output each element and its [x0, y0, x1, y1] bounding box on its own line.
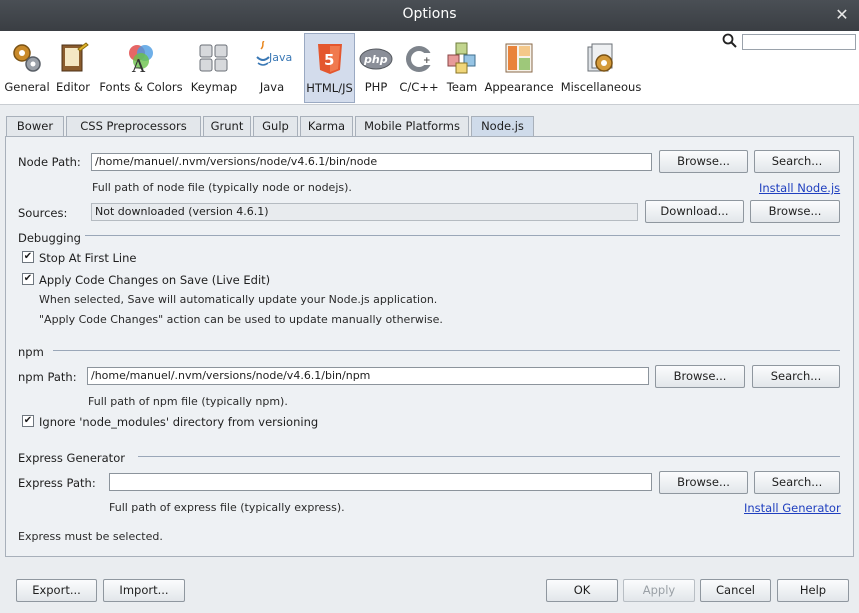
node-browse-button[interactable]: Browse... [659, 150, 748, 173]
npm-path-label: npm Path: [18, 370, 77, 384]
express-separator [138, 456, 840, 457]
npm-search-button[interactable]: Search... [752, 365, 840, 388]
fonts-colors-icon: A [129, 45, 153, 75]
ok-button[interactable]: OK [546, 579, 618, 602]
category-team[interactable]: Team [443, 33, 481, 103]
category-label: Miscellaneous [560, 80, 642, 94]
express-path-label: Express Path: [18, 476, 96, 490]
express-browse-button[interactable]: Browse... [659, 471, 748, 494]
svg-text:5: 5 [324, 51, 334, 69]
cpp-icon: + [406, 46, 434, 72]
svg-text:Java: Java [268, 51, 292, 64]
category-label: C/C++ [399, 80, 439, 94]
category-miscellaneous[interactable]: Miscellaneous [558, 33, 644, 103]
npm-section-title: npm [18, 345, 44, 359]
gears-icon [13, 44, 41, 72]
category-label: Keymap [190, 80, 238, 94]
import-button[interactable]: Import... [103, 579, 185, 602]
sources-label: Sources: [18, 206, 68, 220]
category-label: HTML/JS [306, 81, 353, 95]
apply-changes-hint-1: When selected, Save will automatically u… [39, 293, 438, 306]
tab-css-preprocessors[interactable]: CSS Preprocessors [66, 116, 201, 136]
npm-browse-button[interactable]: Browse... [655, 365, 745, 388]
category-java[interactable]: Java Java [244, 33, 300, 103]
apply-changes-hint-2: "Apply Code Changes" action can be used … [39, 313, 443, 326]
debugging-separator [85, 235, 840, 236]
tab-grunt[interactable]: Grunt [203, 116, 251, 136]
stop-first-line-checkbox[interactable]: ✔ [22, 251, 34, 263]
close-icon[interactable]: ✕ [833, 5, 851, 25]
php-icon: php [359, 48, 393, 70]
search-icon [722, 33, 737, 48]
category-label: General [4, 80, 50, 94]
apply-changes-label: Apply Code Changes on Save (Live Edit) [39, 273, 271, 287]
html5-icon: 5 [317, 44, 342, 74]
category-toolbar: General Editor A Fonts & Colors Keymap J… [0, 31, 859, 105]
svg-text:A: A [131, 56, 146, 75]
express-path-hint: Full path of express file (typically exp… [109, 501, 345, 514]
options-window: Options ✕ General Editor A Fonts & Color… [0, 0, 859, 613]
export-button[interactable]: Export... [16, 579, 97, 602]
ignore-node-modules-label: Ignore 'node_modules' directory from ver… [39, 415, 319, 429]
category-editor[interactable]: Editor [53, 33, 93, 103]
window-title: Options [402, 6, 457, 22]
install-nodejs-link[interactable]: Install Node.js [759, 181, 840, 195]
express-path-input[interactable] [109, 473, 652, 491]
npm-separator [53, 350, 840, 351]
java-icon: Java [256, 41, 292, 66]
tab-karma[interactable]: Karma [300, 116, 353, 136]
misc-icon [587, 43, 613, 72]
category-keymap[interactable]: Keymap [190, 33, 238, 103]
category-label: Fonts & Colors [99, 80, 183, 94]
tab-nodejs[interactable]: Node.js [471, 116, 534, 137]
options-search-input[interactable] [742, 34, 856, 50]
sources-browse-button[interactable]: Browse... [750, 200, 840, 223]
express-section-title: Express Generator [18, 451, 125, 465]
tab-bower[interactable]: Bower [6, 116, 64, 136]
category-label: Appearance [484, 80, 554, 94]
category-label: PHP [364, 80, 388, 94]
stop-first-line-label: Stop At First Line [39, 251, 137, 265]
svg-text:php: php [363, 53, 388, 66]
install-generator-link[interactable]: Install Generator [744, 501, 841, 515]
editor-icon [61, 42, 89, 72]
node-path-hint: Full path of node file (typically node o… [92, 181, 352, 194]
category-label: Java [259, 80, 285, 94]
category-cpp[interactable]: + C/C++ [398, 33, 440, 103]
category-fonts-colors[interactable]: A Fonts & Colors [96, 33, 186, 103]
apply-button[interactable]: Apply [623, 579, 695, 602]
download-button[interactable]: Download... [645, 200, 744, 223]
category-label: Team [446, 80, 478, 94]
keymap-icon [199, 44, 228, 72]
sources-value: Not downloaded (version 4.6.1) [91, 203, 638, 221]
svg-text:+: + [423, 56, 431, 66]
debugging-section-title: Debugging [18, 231, 81, 245]
npm-path-hint: Full path of npm file (typically npm). [88, 395, 288, 408]
category-html-js[interactable]: 5 HTML/JS [304, 33, 355, 103]
tab-mobile-platforms[interactable]: Mobile Platforms [355, 116, 469, 136]
help-button[interactable]: Help [777, 579, 849, 602]
category-general[interactable]: General [2, 33, 52, 103]
ignore-node-modules-checkbox[interactable]: ✔ [22, 415, 34, 427]
tab-gulp[interactable]: Gulp [253, 116, 298, 136]
express-validation-message: Express must be selected. [18, 530, 163, 543]
category-label: Editor [55, 80, 91, 94]
category-appearance[interactable]: Appearance [484, 33, 554, 103]
apply-changes-checkbox[interactable]: ✔ [22, 273, 34, 285]
npm-path-input[interactable]: /home/manuel/.nvm/versions/node/v4.6.1/b… [87, 367, 649, 385]
node-search-button[interactable]: Search... [754, 150, 840, 173]
title-bar: Options ✕ [0, 0, 859, 31]
appearance-icon [505, 43, 533, 73]
cancel-button[interactable]: Cancel [700, 579, 771, 602]
node-path-label: Node Path: [18, 155, 81, 169]
express-search-button[interactable]: Search... [754, 471, 840, 494]
team-icon [447, 42, 476, 74]
category-php[interactable]: php PHP [357, 33, 395, 103]
node-path-input[interactable]: /home/manuel/.nvm/versions/node/v4.6.1/b… [91, 153, 652, 171]
